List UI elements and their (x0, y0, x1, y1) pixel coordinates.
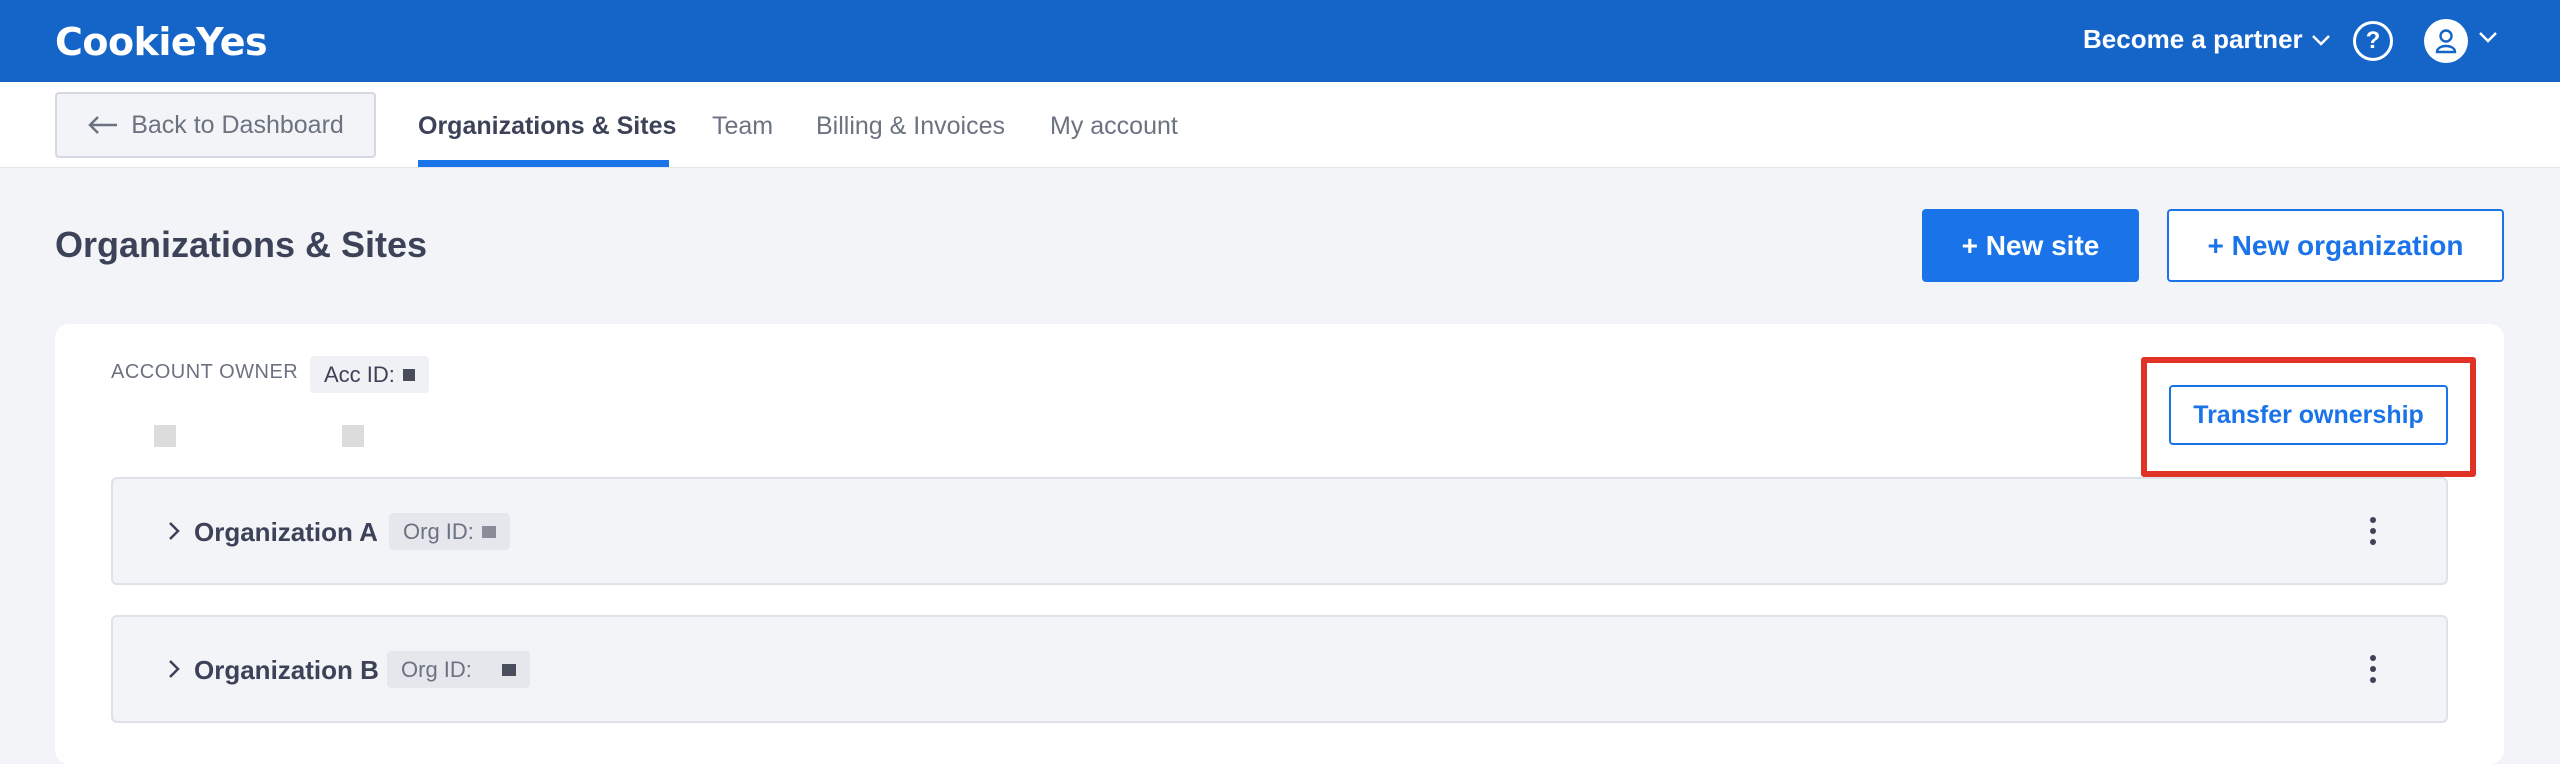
redacted-value (481, 525, 496, 538)
organization-name: Organization A (194, 517, 378, 547)
tab-organizations-sites[interactable]: Organizations & Sites (418, 112, 676, 141)
org-id-label: Org ID: (401, 656, 472, 682)
help-icon-glyph: ? (2365, 27, 2381, 54)
tab-team[interactable]: Team (712, 112, 773, 141)
active-tab-indicator (418, 160, 669, 167)
back-to-dashboard-label: Back to Dashboard (131, 110, 344, 139)
org-id-badge: Org ID: (387, 651, 530, 688)
more-options-icon[interactable] (2369, 517, 2377, 545)
account-id-badge: Acc ID: (310, 356, 429, 393)
account-id-label: Acc ID: (324, 361, 395, 387)
user-icon (2435, 29, 2457, 54)
redacted-owner-detail (154, 425, 176, 447)
redacted-owner-detail (342, 425, 364, 447)
org-id-badge: Org ID: (389, 513, 510, 550)
redacted-value (402, 368, 415, 381)
help-icon[interactable]: ? (2353, 21, 2393, 61)
organization-name: Organization B (194, 655, 379, 685)
cookieyes-logo[interactable]: CookieYes (55, 20, 268, 64)
arrow-left-icon (88, 116, 118, 134)
new-site-button[interactable]: + New site (1922, 209, 2139, 282)
transfer-ownership-button[interactable]: Transfer ownership (2169, 385, 2448, 445)
chevron-right-icon[interactable] (167, 659, 181, 679)
more-options-icon[interactable] (2369, 655, 2377, 683)
organization-row[interactable]: Organization B Org ID: (111, 615, 2448, 723)
chevron-down-icon (2311, 34, 2330, 46)
redacted-value (501, 663, 516, 676)
tab-billing-invoices[interactable]: Billing & Invoices (816, 112, 1005, 141)
tab-my-account[interactable]: My account (1050, 112, 1178, 141)
account-owner-label: ACCOUNT OWNER (111, 361, 299, 383)
page-title: Organizations & Sites (55, 224, 428, 265)
account-card: ACCOUNT OWNER Acc ID: Transfer ownership… (55, 324, 2504, 764)
sub-navigation: Back to Dashboard Organizations & Sites … (0, 82, 2560, 168)
chevron-down-icon[interactable] (2478, 30, 2498, 44)
new-organization-button[interactable]: + New organization (2167, 209, 2504, 282)
organization-row[interactable]: Organization A Org ID: (111, 477, 2448, 585)
become-partner-menu[interactable]: Become a partner (2083, 24, 2331, 55)
org-id-label: Org ID: (403, 518, 474, 544)
top-header: CookieYes Become a partner ? (0, 0, 2560, 82)
become-partner-label: Become a partner (2083, 24, 2303, 54)
chevron-right-icon[interactable] (167, 521, 181, 541)
user-avatar[interactable] (2424, 19, 2468, 63)
back-to-dashboard-button[interactable]: Back to Dashboard (55, 92, 376, 158)
